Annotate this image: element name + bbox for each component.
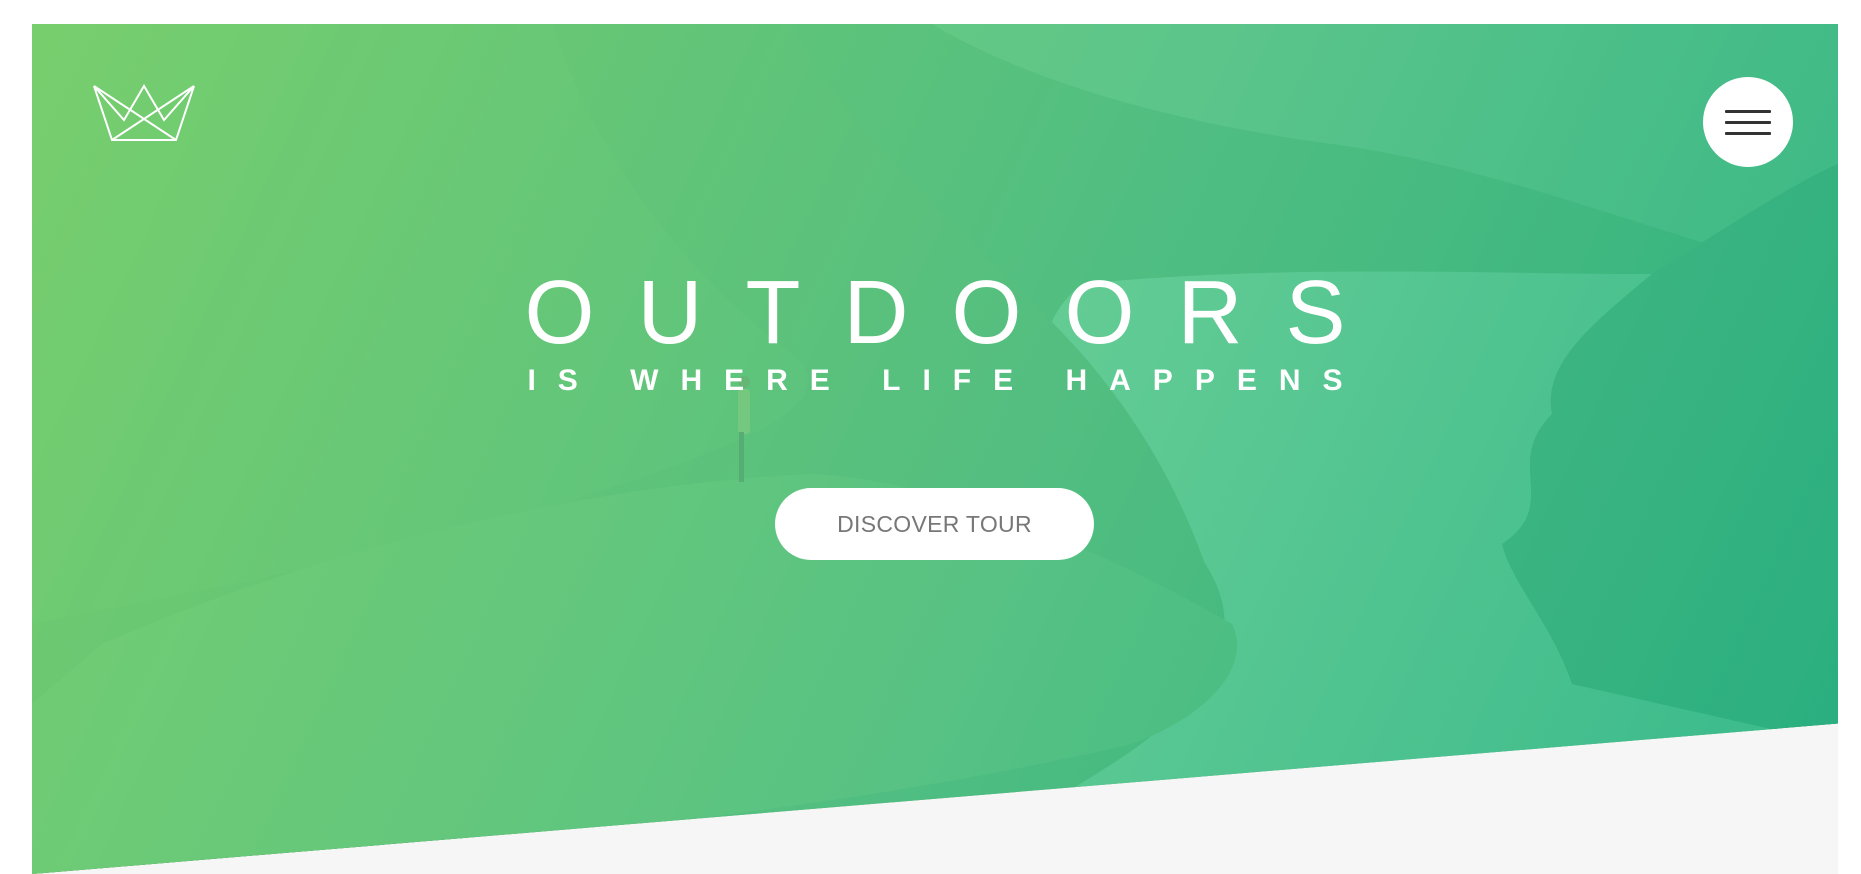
discover-tour-button[interactable]: DISCOVER TOUR bbox=[775, 488, 1094, 560]
hero-subtitle: IS WHERE LIFE HAPPENS bbox=[527, 364, 1365, 397]
hero-title: OUTDOORS bbox=[524, 263, 1389, 363]
